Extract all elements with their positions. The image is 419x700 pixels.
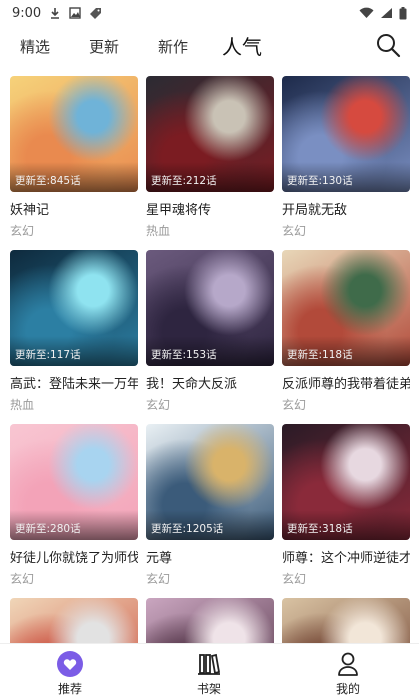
nav-label-mine: 我的 xyxy=(335,682,360,696)
update-label: 更新至:118话 xyxy=(287,349,353,361)
update-label: 更新至:1205话 xyxy=(151,523,224,535)
nav-label-bookshelf: 书架 xyxy=(196,682,221,696)
comic-card[interactable]: 更新至:318话师尊：这个冲师逆徒才不是圣子玄幻 xyxy=(282,424,410,587)
update-label: 更新至:117话 xyxy=(15,349,81,361)
comic-title[interactable]: 开局就无敌 xyxy=(282,199,410,217)
comic-title[interactable]: 好徒儿你就饶了为师伐 xyxy=(10,547,138,565)
comic-card[interactable] xyxy=(282,598,410,643)
comic-title[interactable]: 元尊 xyxy=(146,547,274,565)
tab-popular[interactable]: 人气 xyxy=(222,31,262,60)
comic-cover[interactable]: 更新至:118话 xyxy=(282,250,410,366)
comic-cover[interactable] xyxy=(282,598,410,643)
comic-title[interactable]: 反派师尊的我带着徒弟们天下无敌 xyxy=(282,373,410,391)
comic-cover[interactable]: 更新至:318话 xyxy=(282,424,410,540)
comic-genre: 玄幻 xyxy=(146,398,171,412)
signal-icon xyxy=(380,7,393,19)
image-icon xyxy=(69,7,81,19)
bottom-nav: 推荐 书架 我的 xyxy=(0,643,419,700)
comic-cover[interactable]: 更新至:153话 xyxy=(146,250,274,366)
comic-cover[interactable]: 更新至:130话 xyxy=(282,76,410,192)
tab-featured[interactable]: 精选 xyxy=(20,36,50,57)
comic-genre: 玄幻 xyxy=(282,572,307,586)
comic-card[interactable]: 更新至:117话高武：登陆未来一万年热血 xyxy=(10,250,138,413)
comic-title[interactable]: 妖神记 xyxy=(10,199,138,217)
cover-art xyxy=(282,598,410,643)
comic-card[interactable]: 更新至:153话我！天命大反派玄幻 xyxy=(146,250,274,413)
tab-new[interactable]: 新作 xyxy=(158,36,188,57)
comic-cover[interactable]: 更新至:117话 xyxy=(10,250,138,366)
comic-card[interactable]: 更新至:130话开局就无敌玄幻 xyxy=(282,76,410,239)
comic-cover[interactable]: 更新至:280话 xyxy=(10,424,138,540)
comic-card[interactable]: 更新至:845话妖神记玄幻 xyxy=(10,76,138,239)
search-icon[interactable] xyxy=(375,32,401,58)
comic-cover[interactable]: 更新至:212话 xyxy=(146,76,274,192)
update-label: 更新至:280话 xyxy=(15,523,81,535)
comic-cover[interactable]: 更新至:1205话 xyxy=(146,424,274,540)
nav-mine[interactable]: 我的 xyxy=(308,644,388,700)
comic-title[interactable]: 我！天命大反派 xyxy=(146,373,274,391)
comic-genre: 玄幻 xyxy=(10,224,35,238)
comic-title[interactable]: 高武：登陆未来一万年 xyxy=(10,373,138,391)
cover-art xyxy=(146,598,274,643)
comic-card[interactable] xyxy=(10,598,138,643)
comic-genre: 玄幻 xyxy=(282,398,307,412)
status-time: 9:00 xyxy=(12,5,42,21)
status-bar: 9:00 xyxy=(0,0,419,26)
nav-recommend[interactable]: 推荐 xyxy=(30,644,110,700)
update-label: 更新至:318话 xyxy=(287,523,353,535)
bookshelf-icon xyxy=(195,650,223,678)
download-icon xyxy=(49,7,61,19)
tag-icon xyxy=(89,7,102,20)
comic-title[interactable]: 星甲魂将传 xyxy=(146,199,274,217)
update-label: 更新至:845话 xyxy=(15,175,81,187)
comic-cover[interactable] xyxy=(146,598,274,643)
update-label: 更新至:153话 xyxy=(151,349,217,361)
comic-card[interactable]: 更新至:1205话元尊玄幻 xyxy=(146,424,274,587)
person-icon xyxy=(334,650,362,678)
update-label: 更新至:212话 xyxy=(151,175,217,187)
comic-grid: 更新至:845话 妖神记 玄幻 更新至:212话 星甲魂将传 热血 更新至:130话 开局就无… xyxy=(0,68,419,643)
comic-genre: 热血 xyxy=(10,398,35,412)
comic-cover[interactable] xyxy=(10,598,138,643)
heart-icon xyxy=(56,650,84,678)
comic-genre: 玄幻 xyxy=(146,572,171,586)
update-label: 更新至:130话 xyxy=(287,175,353,187)
comic-genre: 玄幻 xyxy=(282,224,307,238)
comic-card[interactable]: 更新至:280话好徒儿你就饶了为师伐玄幻 xyxy=(10,424,138,587)
comic-card[interactable]: 更新至:212话星甲魂将传热血 xyxy=(146,76,274,239)
nav-bookshelf[interactable]: 书架 xyxy=(169,644,249,700)
wifi-icon xyxy=(359,7,374,19)
tab-updates[interactable]: 更新 xyxy=(89,36,119,57)
comic-card[interactable]: 更新至:118话反派师尊的我带着徒弟们天下无敌玄幻 xyxy=(282,250,410,413)
battery-icon xyxy=(399,6,407,20)
category-tabs: 精选 更新 新作 人气 xyxy=(0,26,419,66)
comic-title[interactable]: 师尊：这个冲师逆徒才不是圣子 xyxy=(282,547,410,565)
cover-art xyxy=(10,598,138,643)
comic-cover[interactable]: 更新至:845话 xyxy=(10,76,138,192)
comic-card[interactable] xyxy=(146,598,274,643)
comic-genre: 热血 xyxy=(146,224,171,238)
comic-genre: 玄幻 xyxy=(10,572,35,586)
nav-label-recommend: 推荐 xyxy=(57,682,82,696)
